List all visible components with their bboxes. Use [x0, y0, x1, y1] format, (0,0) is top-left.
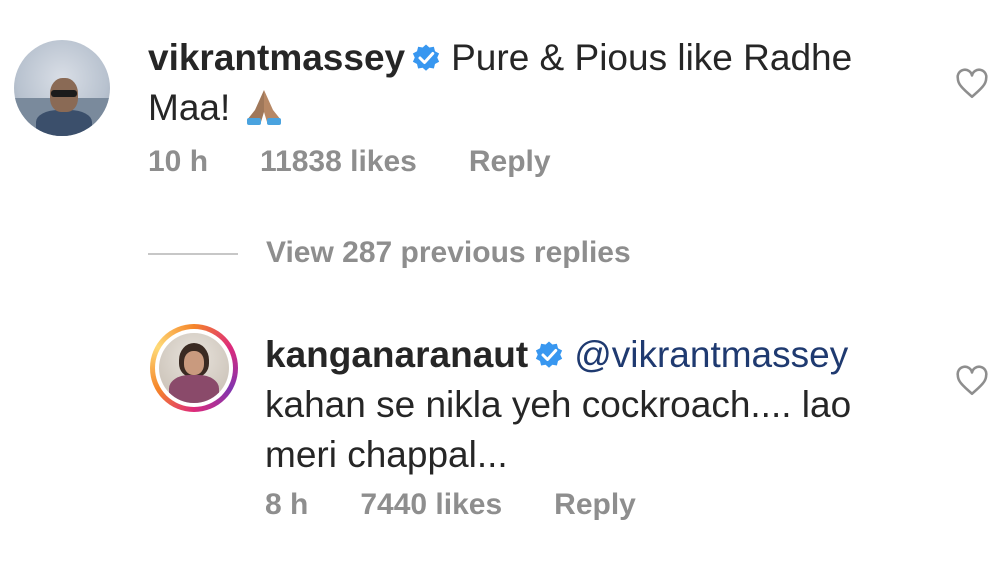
like-heart-icon[interactable] [955, 364, 989, 398]
comment-text-line2: Maa! [148, 87, 231, 128]
comment-likes[interactable]: 7440 likes [360, 488, 502, 521]
comment-body: kanganaranaut @vikrantmassey kahan se nik… [265, 330, 851, 480]
avatar [155, 329, 233, 407]
view-previous-replies[interactable]: View 287 previous replies [148, 236, 631, 270]
username[interactable]: vikrantmassey [148, 37, 405, 78]
verified-badge-icon [536, 341, 563, 368]
comment-meta: 8 h 7440 likes Reply [265, 488, 688, 522]
username[interactable]: kanganaranaut [265, 334, 528, 375]
comment-body: vikrantmassey Pure & Pious like Radhe Maa… [148, 33, 852, 133]
avatar[interactable] [14, 40, 110, 136]
mention-link[interactable]: @vikrantmassey [574, 334, 848, 375]
avatar-story-ring[interactable] [150, 324, 238, 412]
folded-hands-emoji [246, 90, 281, 125]
reply-button[interactable]: Reply [469, 145, 551, 178]
comment-text: Pure & Pious like Radhe [451, 37, 853, 78]
view-replies-label[interactable]: View 287 previous replies [266, 236, 631, 269]
like-heart-icon[interactable] [955, 67, 989, 101]
comment-text-line2: meri chappal... [265, 434, 508, 475]
verified-badge-icon [413, 44, 440, 71]
comment-text: kahan se nikla yeh cockroach.... lao [265, 384, 852, 425]
comment-time: 8 h [265, 488, 309, 521]
divider-line [148, 253, 238, 256]
comment-meta: 10 h 11838 likes Reply [148, 145, 603, 179]
comment-time: 10 h [148, 145, 209, 178]
reply-button[interactable]: Reply [554, 488, 636, 521]
comment-likes[interactable]: 11838 likes [260, 145, 417, 178]
